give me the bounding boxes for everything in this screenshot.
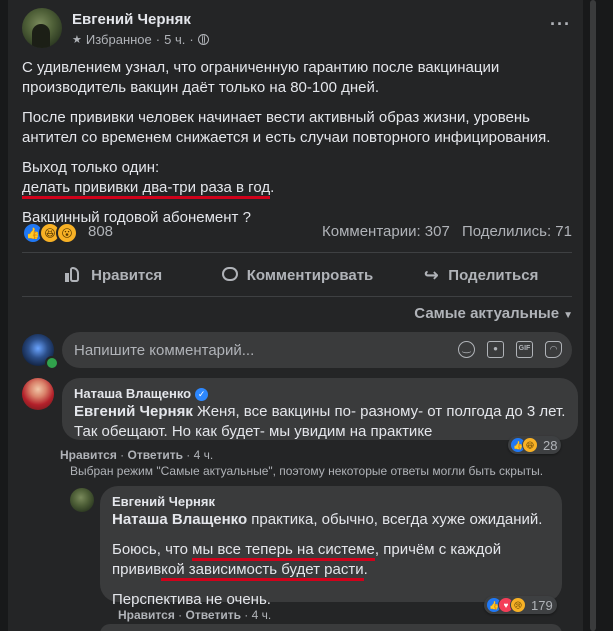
reaction-icons: 👍 😆 😮 — [22, 222, 78, 244]
reply-reply-link[interactable]: Ответить — [186, 608, 241, 622]
emoji-icon[interactable]: ‿ — [458, 341, 475, 358]
reply-text: , причём с каждой — [374, 541, 502, 558]
post-paragraph: С удивлением узнал, что ограниченную гар… — [22, 59, 500, 96]
like-button[interactable]: Нравится — [22, 258, 205, 292]
comment-like-link[interactable]: Нравится — [60, 448, 117, 462]
haha-reaction-icon: 😆 — [522, 437, 538, 453]
online-status-dot — [45, 356, 59, 370]
post-actions: Нравится Комментировать ↪ Поделиться — [22, 258, 572, 292]
post-text: С удивлением узнал, что ограниченную гар… — [22, 58, 572, 238]
wow-reaction-icon: 😮 — [56, 222, 78, 244]
reply-paragraph: Боюсь, что мы все теперь на системе, при… — [112, 540, 550, 581]
more-icon[interactable]: ··· — [550, 14, 571, 35]
like-icon — [65, 266, 83, 284]
mention-link[interactable]: Наташа Влащенко — [112, 511, 247, 528]
comment-button[interactable]: Комментировать — [205, 258, 388, 292]
post-line: Выход только один: — [22, 159, 160, 176]
meta-separator: · — [155, 32, 161, 47]
meta-separator: · — [189, 32, 194, 47]
post-paragraph: Выход только один: делать прививки два-т… — [22, 158, 572, 199]
sticker-icon[interactable]: ◠ — [545, 341, 562, 358]
post-paragraph: После прививки человек начинает вести ак… — [22, 109, 551, 146]
camera-icon[interactable]: ● — [487, 341, 504, 358]
star-icon: ★ — [72, 34, 82, 46]
reply-reactions[interactable]: 👍 ♥ 😢 179 — [484, 596, 557, 614]
next-reply-bubble — [100, 624, 562, 631]
reply-actions: Нравится · Ответить · 4 ч. — [118, 608, 272, 622]
commenter-name[interactable]: Наташа Влащенко — [74, 386, 191, 402]
sad-reaction-icon: 😢 — [510, 597, 526, 613]
comment-reactions[interactable]: 👍 😆 28 — [508, 436, 562, 454]
replier-avatar[interactable] — [70, 488, 94, 512]
share-button[interactable]: ↪ Поделиться — [389, 258, 572, 292]
comment-composer: ‿ ● GIF ◠ — [22, 332, 572, 370]
reply-bubble: Евгений Черняк Наташа Влащенко практика,… — [100, 486, 562, 608]
caret-down-icon: ▼ — [563, 310, 573, 321]
comment-actions: Нравится · Ответить · 4 ч. — [60, 448, 214, 462]
reply-time[interactable]: 4 ч. — [252, 608, 272, 622]
like-label: Нравится — [91, 266, 163, 284]
post-card: Евгений Черняк ★ Избранное · 5 ч. · ··· … — [8, 0, 583, 631]
comment-label: Комментировать — [246, 266, 374, 284]
comment-icon — [221, 266, 239, 284]
comment-reply-link[interactable]: Ответить — [128, 448, 183, 462]
share-label: Поделиться — [448, 266, 539, 284]
reactions-summary[interactable]: 👍 😆 😮 808 Комментарии: 307 Поделились: 7… — [22, 222, 572, 244]
divider — [22, 296, 572, 297]
comments-count[interactable]: Комментарии: 307 — [322, 223, 450, 240]
commenter-avatar[interactable] — [22, 378, 54, 410]
comment-reaction-count: 28 — [543, 437, 558, 453]
reply-text: практика, обычно, всегда хуже ожиданий. — [247, 511, 543, 528]
verified-icon: ✓ — [195, 387, 209, 401]
scrollbar[interactable] — [590, 0, 596, 631]
reply-reaction-count: 179 — [531, 597, 553, 613]
gif-icon[interactable]: GIF — [516, 341, 533, 358]
post-time[interactable]: 5 ч. — [164, 32, 185, 47]
author-avatar[interactable] — [22, 8, 62, 48]
author-name[interactable]: Евгений Черняк — [72, 11, 191, 28]
post-line-end: . — [270, 179, 275, 196]
audience-label[interactable]: Избранное — [86, 32, 152, 47]
reply-text: Боюсь, что — [112, 541, 193, 558]
sort-label: Самые актуальные — [414, 305, 560, 322]
globe-icon — [197, 34, 209, 45]
highlighted-text: кой зависимость будет расти — [161, 561, 364, 581]
highlighted-text: делать прививки два-три раза в год — [22, 179, 271, 199]
post-meta: ★ Избранное · 5 ч. · — [72, 32, 209, 47]
comment-time[interactable]: 4 ч. — [194, 448, 214, 462]
reply-text: . — [363, 561, 368, 578]
comment-bubble: Наташа Влащенко ✓ Евгений Черняк Женя, в… — [62, 378, 578, 440]
mention-link[interactable]: Евгений Черняк — [74, 403, 193, 420]
reply-text: привив — [112, 561, 162, 578]
shares-count[interactable]: Поделились: 71 — [462, 223, 572, 240]
reaction-count[interactable]: 808 — [88, 223, 113, 240]
sort-dropdown[interactable]: Самые актуальные ▼ — [414, 305, 573, 322]
highlighted-text: мы все теперь на системе — [192, 541, 375, 561]
reply-like-link[interactable]: Нравится — [118, 608, 175, 622]
replier-name[interactable]: Евгений Черняк — [112, 494, 550, 510]
reply-paragraph: Наташа Влащенко практика, обычно, всегда… — [112, 510, 550, 530]
share-icon: ↪ — [423, 265, 439, 285]
engagement-counts: Комментарии: 307 Поделились: 71 — [314, 223, 572, 240]
divider — [22, 252, 572, 253]
comment-text: Евгений Черняк Женя, все вакцины по- раз… — [74, 402, 566, 442]
commenter-name-row: Наташа Влащенко ✓ — [74, 386, 566, 402]
hidden-replies-notice: Выбран режим "Самые актуальные", поэтому… — [70, 464, 544, 478]
composer-icons: ‿ ● GIF ◠ — [458, 341, 562, 358]
